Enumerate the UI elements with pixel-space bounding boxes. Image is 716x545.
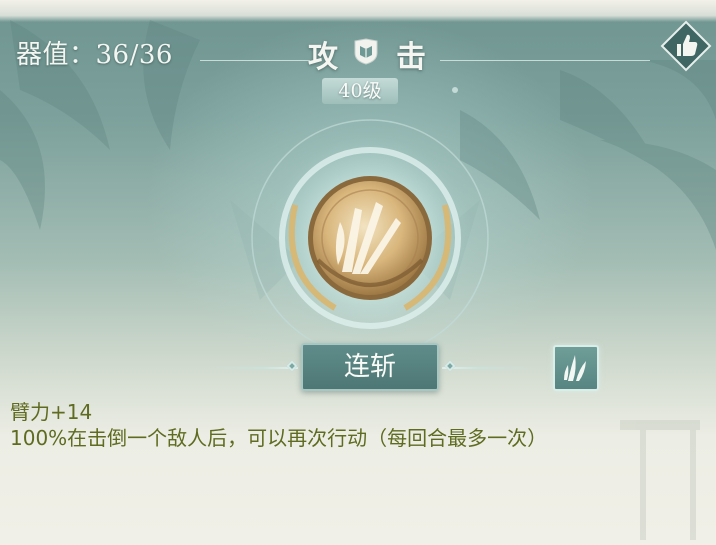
thumbs-up-icon[interactable]	[660, 20, 712, 72]
stat-value-label: 器值：36/36	[16, 40, 173, 70]
skill-name-plate: 连斩	[301, 343, 439, 391]
stat-bonus-text: 臂力+14	[10, 400, 93, 424]
skill-switch-button[interactable]	[553, 345, 599, 391]
name-plate-line-right	[442, 367, 534, 369]
bamboo-leaf-icon	[564, 355, 586, 381]
bamboo-leaf-skill-icon	[251, 87, 489, 357]
name-plate-line-left	[210, 367, 298, 369]
skill-effect-description: 100%在击倒一个敌人后，可以再次行动（每回合最多一次）	[10, 426, 548, 450]
